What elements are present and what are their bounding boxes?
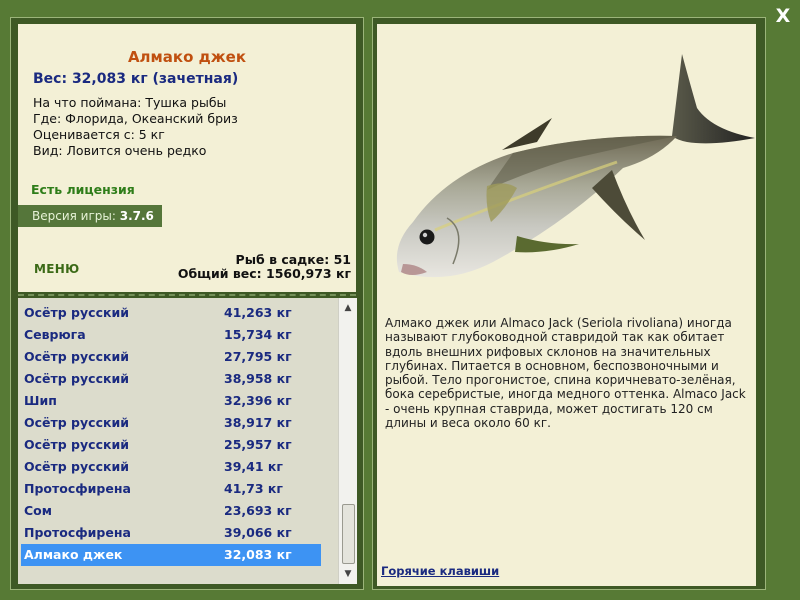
list-item[interactable]: Осётр русский 38,917 кг [18, 412, 338, 434]
rated-from-info: Оценивается с: 5 кг [33, 127, 165, 142]
list-item-selected[interactable]: Алмако джек 32,083 кг [21, 544, 321, 566]
list-item[interactable]: Осётр русский 41,263 кг [18, 302, 338, 324]
fish-count: Рыб в садке: 51 [235, 252, 351, 267]
list-item[interactable]: Шип 32,396 кг [18, 390, 338, 412]
list-item-weight: 25,957 кг [224, 437, 292, 452]
list-item-name: Севрюга [24, 327, 86, 342]
list-item-name: Шип [24, 393, 57, 408]
list-item-weight: 39,41 кг [224, 459, 283, 474]
list-item-name: Сом [24, 503, 52, 518]
list-item[interactable]: Осётр русский 25,957 кг [18, 434, 338, 456]
list-item-weight: 27,795 кг [224, 349, 292, 364]
location-info: Где: Флорида, Океанский бриз [33, 111, 238, 126]
list-item-weight: 15,734 кг [224, 327, 292, 342]
list-item[interactable]: Сом 23,693 кг [18, 500, 338, 522]
version-label: Версия игры: [32, 209, 116, 223]
bait-info: На что поймана: Тушка рыбы [33, 95, 227, 110]
fish-details-card: Алмако джек или Almaco Jack (Seriola riv… [377, 24, 756, 586]
list-item[interactable]: Протосфирена 41,73 кг [18, 478, 338, 500]
scroll-thumb[interactable] [342, 504, 355, 564]
version-bar: Версия игры: 3.7.6 [18, 205, 162, 227]
close-button[interactable]: X [770, 4, 796, 28]
hotkeys-link[interactable]: Горячие клавиши [381, 564, 499, 578]
list-item-name: Осётр русский [24, 371, 129, 386]
list-item-weight: 41,73 кг [224, 481, 283, 496]
list-item[interactable]: Севрюга 15,734 кг [18, 324, 338, 346]
fish-description: Алмако джек или Almaco Jack (Seriola riv… [385, 316, 746, 431]
scroll-up-icon[interactable]: ▲ [339, 300, 357, 316]
fish-info-card: Алмако джек Вес: 32,083 кг (зачетная) На… [18, 24, 356, 296]
list-item-weight: 23,693 кг [224, 503, 292, 518]
list-item-name: Алмако джек [24, 547, 123, 562]
version-value: 3.7.6 [119, 209, 154, 223]
list-item-name: Осётр русский [24, 305, 129, 320]
scroll-down-icon[interactable]: ▼ [339, 566, 357, 582]
menu-button[interactable]: МЕНЮ [34, 262, 79, 276]
fish-weight: Вес: 32,083 кг (зачетная) [33, 71, 239, 87]
list-item[interactable]: Осётр русский 39,41 кг [18, 456, 338, 478]
rarity-info: Вид: Ловится очень редко [33, 143, 207, 158]
catch-list-scrollbar[interactable]: ▲ ▼ [338, 298, 357, 584]
dashed-divider [18, 294, 356, 296]
list-item-weight: 38,917 кг [224, 415, 292, 430]
list-item-name: Протосфирена [24, 481, 131, 496]
list-item-weight: 32,083 кг [224, 547, 292, 562]
list-item[interactable]: Осётр русский 27,795 кг [18, 346, 338, 368]
list-item-name: Осётр русский [24, 415, 129, 430]
fish-image [396, 54, 755, 278]
license-status: Есть лицензия [31, 182, 135, 197]
list-item-name: Осётр русский [24, 437, 129, 452]
list-item[interactable]: Осётр русский 38,958 кг [18, 368, 338, 390]
list-item-weight: 38,958 кг [224, 371, 292, 386]
list-item[interactable]: Протосфирена 39,066 кг [18, 522, 338, 544]
fish-name: Алмако джек [127, 48, 247, 66]
list-item-weight: 39,066 кг [224, 525, 292, 540]
list-item-weight: 41,263 кг [224, 305, 292, 320]
list-item-name: Осётр русский [24, 459, 129, 474]
list-item-name: Протосфирена [24, 525, 131, 540]
list-item-name: Осётр русский [24, 349, 129, 364]
list-item-weight: 32,396 кг [224, 393, 292, 408]
catch-list[interactable]: Осётр русский 41,263 кг Севрюга 15,734 кг Ос… [18, 298, 338, 584]
total-weight: Общий вес: 1560,973 кг [177, 266, 351, 281]
